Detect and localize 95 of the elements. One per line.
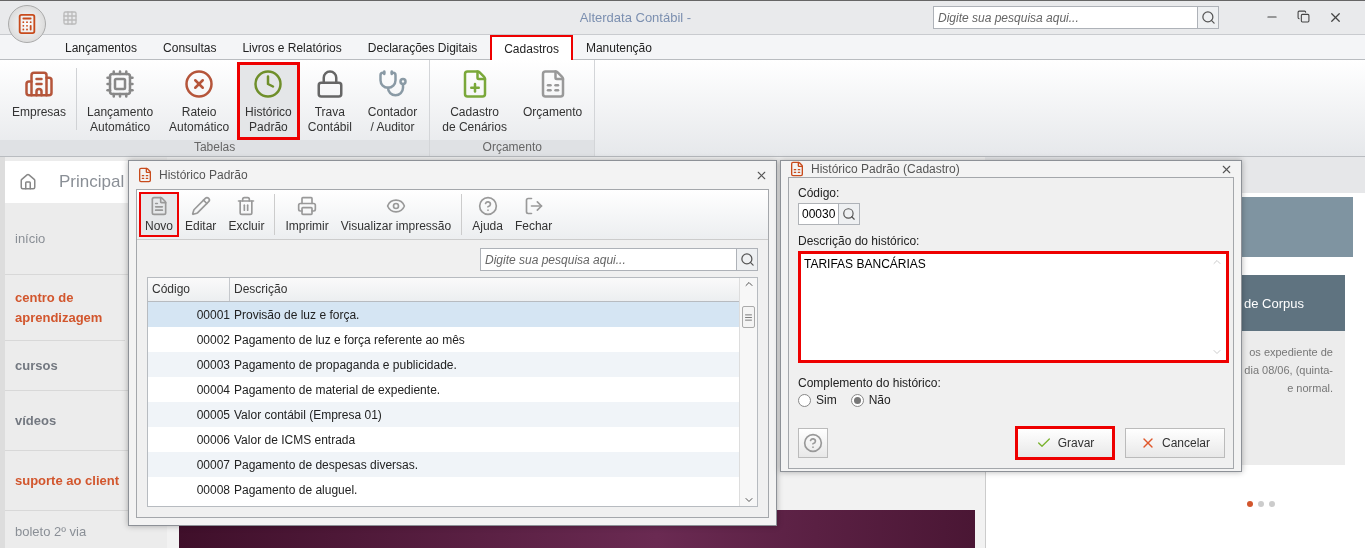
column-header[interactable]: Código xyxy=(148,278,230,301)
toolbar-button[interactable]: Novo xyxy=(139,192,179,237)
app-menu-button[interactable] xyxy=(8,4,46,43)
save-button[interactable]: Gravar xyxy=(1015,426,1115,460)
close-button[interactable] xyxy=(1328,10,1343,25)
ribbon-button[interactable]: Contador / Auditor xyxy=(359,62,426,140)
table-cell-text: Pagamento de material de expediente. xyxy=(233,382,441,397)
carousel-dot[interactable] xyxy=(1268,501,1275,507)
radio-label: Sim xyxy=(816,393,837,407)
search-icon xyxy=(1200,10,1216,25)
news-title: de Corpus xyxy=(1244,295,1304,311)
grip-icon xyxy=(744,312,753,322)
table-cell-text: Provisão de luz e força. xyxy=(233,307,360,322)
ribbon-button[interactable]: Histórico Padrão xyxy=(237,62,300,140)
table-cell-text: 00007 xyxy=(195,457,230,472)
stethoscope-icon xyxy=(377,69,408,99)
crossed-circle-icon xyxy=(184,69,215,99)
news-text: os expediente de dia 08/06, (quinta- e normal. xyxy=(1243,345,1334,396)
ribbon-button[interactable]: Rateio Automático xyxy=(161,62,238,140)
printer-icon xyxy=(296,196,319,216)
table-cell-text: 00003 xyxy=(195,357,230,372)
clock-icon xyxy=(253,69,284,99)
tab-label: Principal xyxy=(59,172,125,192)
table-cell-text: 00001 xyxy=(195,307,230,322)
ribbon-button[interactable]: Trava Contábil xyxy=(299,62,360,140)
radio-button[interactable] xyxy=(850,393,864,407)
toolbar-button[interactable]: Editar xyxy=(179,192,223,237)
code-field[interactable]: 00030 xyxy=(798,203,838,225)
search-field[interactable]: Digite sua pesquisa aqui... xyxy=(933,6,1197,29)
menu-tab[interactable]: Declarações Digitais xyxy=(354,35,491,60)
eye-icon xyxy=(384,196,407,216)
search-button[interactable] xyxy=(1197,6,1219,29)
calculator-icon xyxy=(16,12,38,35)
sidebar-link[interactable]: centro de aprendizagem xyxy=(5,275,125,341)
table-cell-text: Pagamento de despesas diversas. xyxy=(233,457,419,472)
home-icon xyxy=(19,173,37,191)
table-cell-text: Pagamento de propaganda e publicidade. xyxy=(233,357,457,372)
toolbar-button[interactable]: Visualizar impressão xyxy=(334,192,458,237)
table-cell-text: Pagamento de aluguel. xyxy=(233,482,358,497)
table-cell-text: Valor contábil (Empresa 01) xyxy=(233,407,382,422)
column-header[interactable]: Descrição xyxy=(230,278,739,301)
carousel-dot[interactable] xyxy=(1246,501,1253,507)
toolbar-button[interactable]: Fechar xyxy=(508,192,559,237)
toolbar-button[interactable]: Imprimir xyxy=(279,192,335,237)
ribbon-button[interactable]: Lançamento Automático xyxy=(79,62,162,140)
restore-icon xyxy=(1297,10,1310,23)
radio-label: Não xyxy=(868,393,891,407)
field-label: Complemento do histórico: xyxy=(798,376,942,390)
help-button[interactable] xyxy=(798,428,828,458)
menu-tab[interactable]: Consultas xyxy=(150,35,230,60)
table-row[interactable]: 00007 Pagamento de despesas diversas. xyxy=(148,452,739,477)
close-icon xyxy=(1328,10,1343,25)
scrollbar[interactable] xyxy=(739,278,757,506)
chip-icon xyxy=(105,69,136,99)
menu-tab[interactable]: Manutenção xyxy=(572,35,665,60)
dialog-title: Histórico Padrão (Cadastro) xyxy=(811,162,961,176)
toolbar-button[interactable]: Ajuda xyxy=(466,192,509,237)
table-cell-text: 00004 xyxy=(195,382,230,397)
ribbon-button[interactable]: Orçamento xyxy=(514,62,591,140)
spreadsheet-icon xyxy=(137,167,153,183)
radio-button[interactable] xyxy=(798,393,811,407)
table-cell-text: Valor de ICMS entrada xyxy=(233,432,356,447)
table-row[interactable]: 00005 Valor contábil (Empresa 01) xyxy=(148,402,739,427)
table-row[interactable]: 00001 Provisão de luz e força. xyxy=(148,302,739,327)
field-label: Descrição do histórico: xyxy=(798,234,921,248)
window-title: Alterdata Contábil - xyxy=(578,10,693,25)
spreadsheet-icon xyxy=(789,161,805,177)
table-cell-text: 00005 xyxy=(195,407,230,422)
table-cell-text: Pagamento de luz e força referente ao mês xyxy=(233,332,465,347)
ribbon-button[interactable]: Cadastro de Cenários xyxy=(434,62,515,140)
scrollbar-thumb[interactable] xyxy=(742,306,755,328)
ribbon-button[interactable]: Empresas xyxy=(4,62,75,140)
search-icon xyxy=(842,207,856,221)
search-button[interactable] xyxy=(736,248,758,271)
ribbon-group-title: Orçamento xyxy=(430,140,595,156)
menu-tab[interactable]: Livros e Relatórios xyxy=(229,35,355,60)
table-row[interactable]: 00003 Pagamento de propaganda e publicidade. xyxy=(148,352,739,377)
pencil-icon xyxy=(189,196,212,216)
menu-tab[interactable]: Lançamentos xyxy=(52,35,151,60)
table-cell-text: 00008 xyxy=(195,482,230,497)
search-icon xyxy=(739,252,755,267)
toolbar-button[interactable]: Excluir xyxy=(222,192,271,237)
help-icon xyxy=(803,433,823,453)
menu-tab[interactable]: Cadastros xyxy=(490,35,573,60)
ribbon-group-title: Tabelas xyxy=(0,140,430,156)
building-icon xyxy=(24,69,54,99)
help-icon xyxy=(476,196,499,216)
search-button[interactable] xyxy=(838,203,860,225)
field-label: Código: xyxy=(798,186,841,200)
table-cell-text: 00006 xyxy=(195,432,230,447)
restore-button[interactable] xyxy=(1297,10,1310,25)
search-field[interactable]: Digite sua pesquisa aqui... xyxy=(480,248,736,271)
cancel-button[interactable]: Cancelar xyxy=(1125,428,1225,458)
carousel-dot[interactable] xyxy=(1257,501,1264,507)
table-cell-text: 00002 xyxy=(195,332,230,347)
